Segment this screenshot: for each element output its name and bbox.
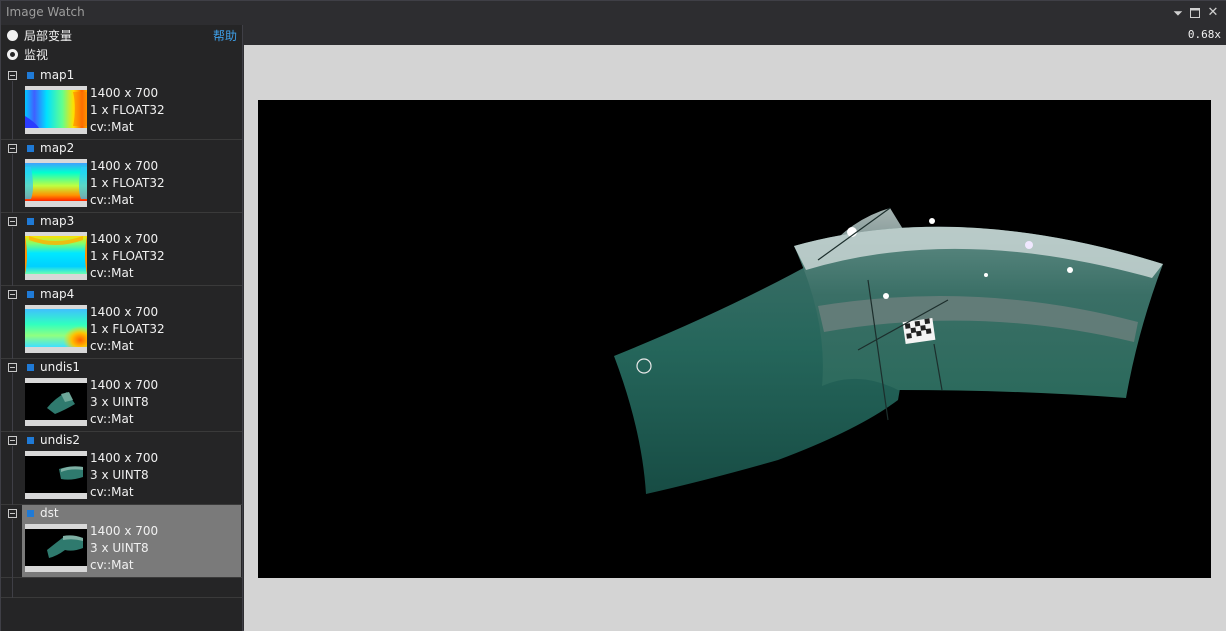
mat-type-icon: [27, 218, 34, 225]
item-name: map3: [40, 214, 75, 228]
mat-type-icon: [27, 364, 34, 371]
stitched-image-icon[interactable]: [25, 524, 87, 572]
watch-item-map2[interactable]: map2 1400 x 700 1 x FLOAT32 cv::Mat: [1, 140, 242, 213]
tree-line: [12, 519, 13, 578]
item-name: undis2: [40, 433, 81, 447]
item-dims: 1400 x 700: [90, 86, 159, 100]
mode-watch-label: 监视: [24, 47, 49, 62]
watch-item-undis2[interactable]: undis2 1400 x 700 3 x UINT8 cv::Mat: [1, 432, 242, 505]
item-name: map2: [40, 141, 75, 155]
tree-line: [12, 81, 13, 140]
item-channels: 1 x FLOAT32: [90, 103, 165, 117]
radio-icon[interactable]: [7, 29, 18, 41]
empty-watch-row[interactable]: [1, 578, 242, 598]
tree-line: [12, 373, 13, 432]
watch-item-dst[interactable]: dst 1400 x 700 3 x UINT8 cv::Mat: [1, 505, 242, 578]
item-channels: 1 x FLOAT32: [90, 322, 165, 336]
item-channels: 3 x UINT8: [90, 468, 149, 482]
tree-line: [12, 578, 13, 598]
maximize-icon[interactable]: [1187, 4, 1203, 22]
help-link[interactable]: 帮助: [213, 27, 237, 44]
image-viewer[interactable]: [244, 45, 1226, 631]
item-name: map4: [40, 287, 75, 301]
window-menu-dropdown-icon[interactable]: ⏷: [1170, 4, 1186, 22]
item-name: map1: [40, 68, 75, 82]
tree-line: [12, 154, 13, 213]
watch-list: map1 1400 x 700 1 x FLOAT32 cv::Mat map2…: [1, 67, 242, 631]
thumbnail-graphic: [25, 451, 87, 499]
tree-line: [12, 227, 13, 286]
thumbnail-graphic: [25, 378, 87, 426]
collapse-icon[interactable]: [8, 71, 17, 80]
jet-map3-icon[interactable]: [25, 232, 87, 280]
zoom-level: 0.68x: [1187, 28, 1221, 41]
thumbnail-graphic: [25, 232, 87, 280]
mat-type-icon: [27, 72, 34, 79]
watch-item-undis1[interactable]: undis1 1400 x 700 3 x UINT8 cv::Mat: [1, 359, 242, 432]
item-channels: 1 x FLOAT32: [90, 249, 165, 263]
collapse-icon[interactable]: [8, 363, 17, 372]
item-type: cv::Mat: [90, 266, 134, 280]
item-dims: 1400 x 700: [90, 378, 159, 392]
collapse-icon[interactable]: [8, 217, 17, 226]
image-watch-window: Image Watch ⏷ ✕ 局部变量 监视 帮助 map1 1400 x 7…: [0, 0, 1226, 631]
thumbnail-graphic: [25, 86, 87, 134]
item-dims: 1400 x 700: [90, 305, 159, 319]
item-name: dst: [40, 506, 59, 520]
collapse-icon[interactable]: [8, 509, 17, 518]
collapse-icon[interactable]: [8, 290, 17, 299]
tree-line: [12, 300, 13, 359]
watch-item-map4[interactable]: map4 1400 x 700 1 x FLOAT32 cv::Mat: [1, 286, 242, 359]
stitched-panorama-image: [614, 207, 1163, 494]
mode-watch-radio[interactable]: 监视: [7, 45, 48, 63]
thumbnail-graphic: [25, 524, 87, 572]
item-type: cv::Mat: [90, 339, 134, 353]
watch-panel: 局部变量 监视 帮助 map1 1400 x 700 1 x FLOAT32 c…: [1, 25, 243, 631]
mode-locals-radio[interactable]: 局部变量: [7, 26, 72, 44]
item-dims: 1400 x 700: [90, 451, 159, 465]
watch-item-map3[interactable]: map3 1400 x 700 1 x FLOAT32 cv::Mat: [1, 213, 242, 286]
item-dims: 1400 x 700: [90, 159, 159, 173]
item-type: cv::Mat: [90, 120, 134, 134]
mat-type-icon: [27, 145, 34, 152]
item-name: undis1: [40, 360, 81, 374]
thumbnail-graphic: [25, 159, 87, 207]
undistorted-image-icon[interactable]: [25, 451, 87, 499]
mat-type-icon: [27, 291, 34, 298]
tree-line: [12, 446, 13, 505]
mat-type-icon: [27, 510, 34, 517]
item-channels: 3 x UINT8: [90, 395, 149, 409]
mat-type-icon: [27, 437, 34, 444]
jet-map4-icon[interactable]: [25, 305, 87, 353]
item-channels: 3 x UINT8: [90, 541, 149, 555]
item-dims: 1400 x 700: [90, 232, 159, 246]
watch-item-map1[interactable]: map1 1400 x 700 1 x FLOAT32 cv::Mat: [1, 67, 242, 140]
jet-map1-icon[interactable]: [25, 86, 87, 134]
collapse-icon[interactable]: [8, 144, 17, 153]
undistorted-image-icon[interactable]: [25, 378, 87, 426]
viewer-toolbar: 0.68x: [244, 25, 1226, 45]
collapse-icon[interactable]: [8, 436, 17, 445]
item-type: cv::Mat: [90, 558, 134, 572]
image-canvas[interactable]: [258, 100, 1211, 578]
thumbnail-graphic: [25, 305, 87, 353]
maximize-glyph: [1190, 8, 1200, 18]
item-dims: 1400 x 700: [90, 524, 159, 538]
close-icon[interactable]: ✕: [1205, 4, 1221, 22]
item-channels: 1 x FLOAT32: [90, 176, 165, 190]
mode-locals-label: 局部变量: [24, 28, 73, 43]
item-type: cv::Mat: [90, 485, 134, 499]
item-type: cv::Mat: [90, 193, 134, 207]
radio-selected-icon[interactable]: [7, 48, 18, 60]
jet-map2-icon[interactable]: [25, 159, 87, 207]
title-bar: Image Watch ⏷ ✕: [1, 1, 1226, 25]
window-title: Image Watch: [6, 5, 85, 19]
item-type: cv::Mat: [90, 412, 134, 426]
